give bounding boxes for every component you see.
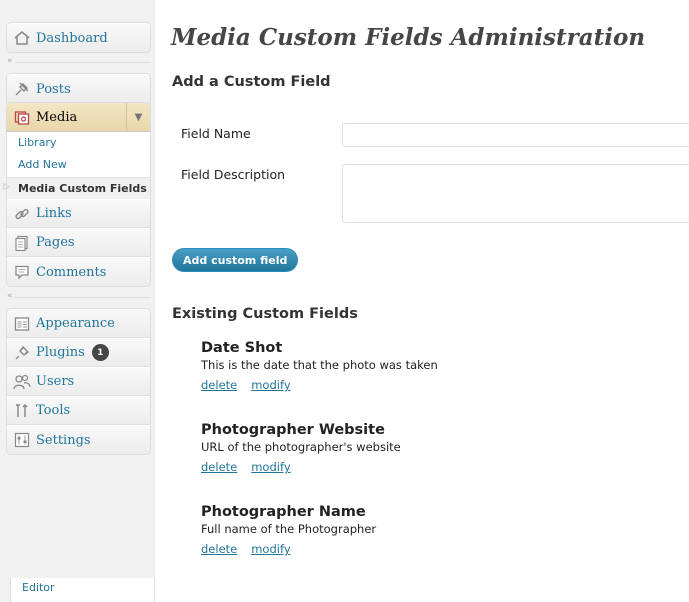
menu-label-comments: Comments bbox=[36, 264, 107, 280]
menu-separator-1[interactable]: « bbox=[5, 56, 151, 67]
menu-item-plugins[interactable]: Plugins 1 bbox=[7, 338, 150, 367]
menu-item-comments[interactable]: Comments bbox=[7, 257, 150, 286]
media-icon bbox=[13, 108, 31, 126]
delete-link[interactable]: delete bbox=[201, 460, 237, 474]
main-content: Media Custom Fields Administration Add a… bbox=[170, 0, 689, 602]
modify-link[interactable]: modify bbox=[251, 542, 290, 556]
pages-icon bbox=[13, 234, 31, 252]
modify-link[interactable]: modify bbox=[251, 378, 290, 392]
menu-item-tools[interactable]: Tools bbox=[7, 396, 150, 425]
menu-item-links[interactable]: Links bbox=[7, 199, 150, 228]
custom-field-item: Photographer Website URL of the photogra… bbox=[201, 422, 401, 474]
menu-label-users: Users bbox=[36, 374, 75, 389]
plugins-update-badge: 1 bbox=[91, 344, 109, 361]
triangle-down-icon[interactable]: ▼ bbox=[126, 103, 150, 131]
delete-link[interactable]: delete bbox=[201, 378, 237, 392]
menu-separator-2[interactable]: « bbox=[5, 291, 151, 302]
collapse-arrow-icon: « bbox=[7, 56, 13, 66]
pushpin-icon bbox=[13, 80, 31, 98]
submenu-label-current: Media Custom Fields bbox=[18, 182, 147, 195]
menu-item-pages[interactable]: Pages bbox=[7, 228, 150, 257]
field-description-textarea[interactable] bbox=[342, 164, 689, 223]
field-description-label: Field Description bbox=[181, 167, 286, 182]
submenu-item-editor[interactable]: Editor bbox=[22, 581, 55, 594]
field-name-input[interactable] bbox=[342, 123, 689, 147]
menu-item-appearance[interactable]: Appearance bbox=[7, 309, 150, 338]
comment-bubble-icon bbox=[13, 263, 31, 281]
floating-submenu-editor: Editor bbox=[10, 578, 155, 602]
plug-icon bbox=[13, 344, 31, 362]
menu-item-dashboard[interactable]: Dashboard bbox=[7, 23, 150, 52]
menu-item-media[interactable]: Media ▼ bbox=[6, 102, 151, 131]
menu-item-posts[interactable]: Posts bbox=[7, 74, 150, 103]
custom-field-name: Photographer Website bbox=[201, 422, 385, 438]
submenu-item-library[interactable]: Library bbox=[18, 136, 56, 149]
media-submenu: Library Add New Media Custom Fields bbox=[6, 131, 151, 199]
custom-field-actions: delete modify bbox=[201, 378, 438, 392]
custom-field-description: This is the date that the photo was take… bbox=[201, 358, 438, 372]
menu-group-dashboard: Dashboard bbox=[6, 22, 151, 53]
menu-label-appearance: Appearance bbox=[36, 316, 115, 331]
menu-item-users[interactable]: Users bbox=[7, 367, 150, 396]
menu-label-tools: Tools bbox=[36, 403, 71, 418]
menu-item-settings[interactable]: Settings bbox=[7, 425, 150, 454]
dashboard-icon bbox=[13, 29, 31, 47]
custom-field-name: Photographer Name bbox=[201, 504, 366, 520]
current-pointer-icon: ▷ bbox=[3, 181, 10, 191]
menu-group-settings: Appearance Plugins 1 Users Tools Setting… bbox=[6, 308, 151, 455]
custom-field-description: Full name of the Photographer bbox=[201, 522, 377, 536]
custom-field-item: Photographer Name Full name of the Photo… bbox=[201, 504, 376, 556]
add-custom-field-button[interactable]: Add custom field bbox=[172, 248, 299, 272]
submenu-item-add-new[interactable]: Add New bbox=[18, 158, 67, 171]
menu-label-links: Links bbox=[36, 206, 72, 221]
tools-icon bbox=[13, 402, 31, 420]
custom-field-description: URL of the photographer's website bbox=[201, 440, 401, 454]
menu-label-posts: Posts bbox=[36, 81, 71, 97]
link-icon bbox=[13, 205, 31, 223]
menu-group-content: Posts bbox=[6, 73, 151, 104]
existing-fields-heading: Existing Custom Fields bbox=[172, 306, 358, 322]
collapse-arrow-icon-2: « bbox=[7, 291, 13, 301]
custom-field-actions: delete modify bbox=[201, 460, 401, 474]
menu-label-media: Media bbox=[36, 109, 78, 125]
custom-field-actions: delete modify bbox=[201, 542, 376, 556]
settings-icon bbox=[13, 431, 31, 449]
delete-link[interactable]: delete bbox=[201, 542, 237, 556]
menu-label-pages: Pages bbox=[36, 235, 75, 250]
modify-link[interactable]: modify bbox=[251, 460, 290, 474]
add-field-heading: Add a Custom Field bbox=[172, 74, 331, 90]
page-title: Media Custom Fields Administration bbox=[171, 24, 646, 51]
custom-field-item: Date Shot This is the date that the phot… bbox=[201, 340, 438, 392]
menu-label-plugins: Plugins bbox=[36, 345, 85, 360]
custom-field-name: Date Shot bbox=[201, 340, 283, 356]
field-name-label: Field Name bbox=[181, 126, 251, 141]
submenu-item-media-custom-fields[interactable]: Media Custom Fields bbox=[7, 177, 150, 199]
admin-sidebar: Dashboard « Posts Media ▼ Library Add Ne… bbox=[0, 0, 155, 602]
menu-label-settings: Settings bbox=[36, 432, 91, 448]
menu-label-dashboard: Dashboard bbox=[36, 30, 108, 46]
menu-group-content-2: Links Pages Comments bbox=[6, 199, 151, 287]
users-icon bbox=[13, 373, 31, 391]
appearance-icon bbox=[13, 315, 31, 333]
